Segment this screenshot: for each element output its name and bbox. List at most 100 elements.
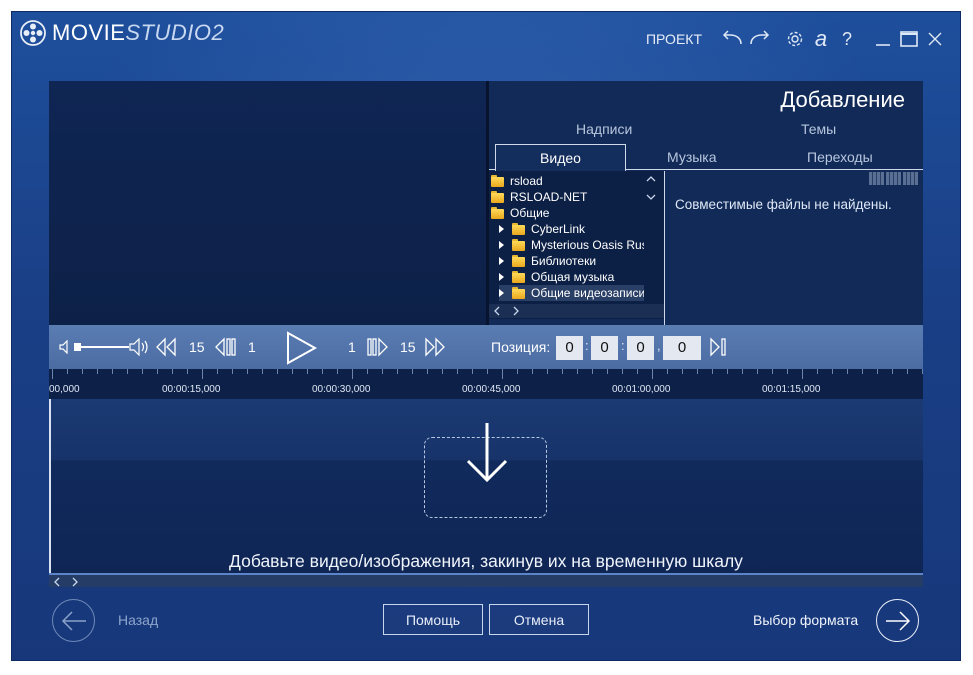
ruler-tick xyxy=(217,369,218,374)
position-seconds-field[interactable]: 0 xyxy=(627,336,654,360)
tree-vertical-scrollbar[interactable] xyxy=(644,171,658,304)
undo-icon[interactable] xyxy=(720,26,746,52)
timeline-horizontal-scrollbar[interactable] xyxy=(49,573,923,587)
ruler-tick xyxy=(52,369,53,379)
timeline-ruler[interactable]: 00,000 00:00:15,000 00:00:30,000 00:00:4… xyxy=(49,369,923,399)
tab-row-bottom: Видео Музыка Переходы xyxy=(489,144,923,171)
ruler-tick xyxy=(67,369,68,374)
tree-item-shared-videos[interactable]: Общие видеозаписи xyxy=(499,285,646,301)
ruler-tick xyxy=(562,369,563,374)
cancel-button[interactable]: Отмена xyxy=(489,604,589,635)
expand-arrow-icon[interactable] xyxy=(499,225,504,233)
tree-item-label: Общие видеозаписи xyxy=(531,286,646,300)
step-back-icon[interactable] xyxy=(214,337,236,357)
position-separator: , xyxy=(657,338,661,353)
tab-video[interactable]: Видео xyxy=(495,144,626,171)
skip-forward-seconds: 15 xyxy=(400,339,416,355)
fast-forward-icon[interactable] xyxy=(424,337,446,357)
back-label[interactable]: Назад xyxy=(118,612,158,628)
volume-high-icon[interactable] xyxy=(129,338,151,356)
tab-transitions[interactable]: Переходы xyxy=(807,149,873,165)
tree-item-mysterious-oasis[interactable]: Mysterious Oasis Rus xyxy=(499,237,648,253)
ruler-tick xyxy=(232,369,233,374)
ruler-tick xyxy=(682,369,683,374)
scroll-arrows-icon[interactable] xyxy=(644,171,658,211)
go-to-end-icon[interactable] xyxy=(709,337,731,357)
settings-gear-icon[interactable] xyxy=(782,26,808,52)
close-icon[interactable] xyxy=(922,26,948,52)
video-preview xyxy=(49,81,486,325)
ruler-tick xyxy=(307,369,308,374)
expand-arrow-icon[interactable] xyxy=(499,257,504,265)
maximize-icon[interactable] xyxy=(896,26,922,52)
tree-item-shared-music[interactable]: Общая музыка xyxy=(499,269,614,285)
ruler-tick xyxy=(547,369,548,374)
next-button[interactable] xyxy=(876,599,919,642)
position-hours-field[interactable]: 0 xyxy=(556,336,583,360)
tree-item-label: rsload xyxy=(510,174,543,188)
list-view-icon[interactable] xyxy=(903,172,918,185)
ruler-tick xyxy=(907,369,908,374)
ruler-tick xyxy=(652,369,653,379)
position-milliseconds-field[interactable]: 0 xyxy=(663,336,701,360)
tree-item-shared[interactable]: Общие xyxy=(491,205,549,221)
ruler-tick xyxy=(622,369,623,374)
timeline-track-area[interactable]: Добавьте видео/изображения, закинув их н… xyxy=(49,399,923,573)
tab-themes[interactable]: Темы xyxy=(801,121,836,137)
ruler-tick xyxy=(352,369,353,379)
tree-item-rsload-net[interactable]: RSLOAD-NET xyxy=(491,189,587,205)
folder-icon xyxy=(512,271,525,283)
arrow-left-icon xyxy=(61,610,86,631)
drop-hint-text: Добавьте видео/изображения, закинув их н… xyxy=(229,551,743,571)
grid-view-icon[interactable] xyxy=(869,172,884,185)
expand-arrow-icon[interactable] xyxy=(499,241,504,249)
tree-item-libraries[interactable]: Библиотеки xyxy=(499,253,596,269)
expand-arrow-icon[interactable] xyxy=(499,273,504,281)
ruler-tick xyxy=(637,369,638,374)
folder-icon xyxy=(512,287,525,299)
ruler-tick xyxy=(877,369,878,374)
next-label[interactable]: Выбор формата xyxy=(753,612,858,628)
play-icon[interactable] xyxy=(284,331,318,365)
volume-slider-handle[interactable] xyxy=(73,343,81,351)
help-button[interactable]: Помощь xyxy=(383,604,483,635)
project-menu-button[interactable]: ПРОЕКТ xyxy=(646,31,702,47)
ruler-tick xyxy=(802,369,803,379)
scroll-left-right-icon[interactable] xyxy=(489,304,529,318)
ruler-tick xyxy=(367,369,368,374)
transport-bar: 15 1 1 15 Позиция: 0 : 0: 0 , 0 xyxy=(49,325,923,369)
ruler-tick xyxy=(337,369,338,374)
ruler-tick xyxy=(247,369,248,374)
expand-arrow-icon[interactable] xyxy=(499,289,504,297)
position-label: Позиция: xyxy=(491,339,551,355)
tile-view-icon[interactable] xyxy=(886,172,901,185)
minimize-icon[interactable] xyxy=(870,26,896,52)
rewind-fast-icon[interactable] xyxy=(155,337,177,357)
ruler-tick xyxy=(382,369,383,374)
ruler-tick xyxy=(262,369,263,374)
back-button[interactable] xyxy=(52,599,95,642)
redo-icon[interactable] xyxy=(746,26,772,52)
scroll-left-right-icon[interactable] xyxy=(49,576,89,588)
tree-item-cyberlink[interactable]: CyberLink xyxy=(499,221,585,237)
step-forward-icon[interactable] xyxy=(367,337,389,357)
ruler-tick xyxy=(127,369,128,374)
title-bar-controls: ПРОЕКТ a ? xyxy=(646,26,948,52)
tree-horizontal-scrollbar[interactable] xyxy=(489,304,664,318)
help-icon[interactable]: ? xyxy=(834,26,860,52)
tree-item-rsload[interactable]: rsload xyxy=(491,173,543,189)
volume-low-icon[interactable] xyxy=(59,340,71,354)
account-icon[interactable]: a xyxy=(808,26,834,52)
ruler-tick xyxy=(922,369,923,374)
position-minutes-field[interactable]: 0 xyxy=(591,336,618,360)
tab-captions[interactable]: Надписи xyxy=(576,121,632,137)
ruler-tick xyxy=(817,369,818,374)
folder-tree: rsload RSLOAD-NET Общие CyberLink Myster… xyxy=(489,171,664,319)
arrow-down-icon xyxy=(466,423,508,483)
volume-slider-track[interactable] xyxy=(75,346,129,348)
playhead[interactable] xyxy=(49,399,51,573)
editor-stage: Добавление Надписи Темы Видео Музыка Пер… xyxy=(49,81,923,587)
tree-item-label: Библиотеки xyxy=(531,254,597,268)
tab-music[interactable]: Музыка xyxy=(667,149,717,165)
ruler-tick xyxy=(427,369,428,374)
